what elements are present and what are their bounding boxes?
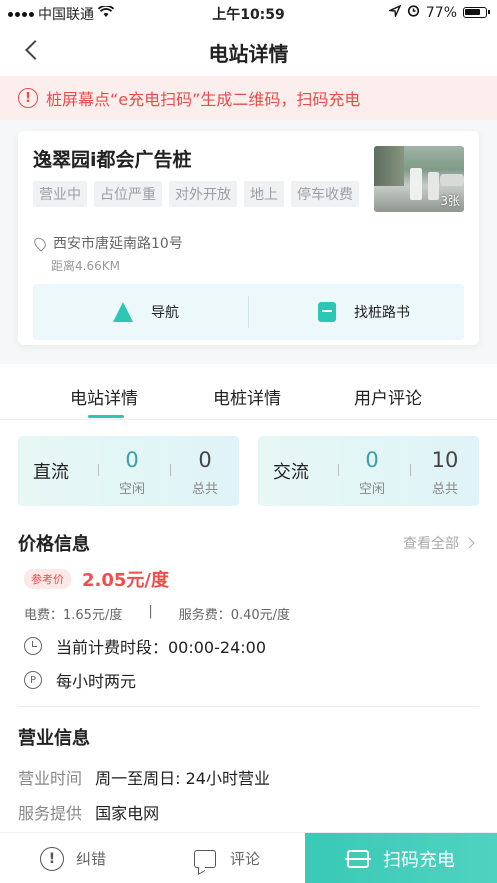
- business-hours-value: 周一至周日: 24小时营业: [95, 769, 270, 788]
- parking-fee-row: P 每小时两元: [24, 668, 136, 692]
- tab-station-detail[interactable]: 电站详情: [70, 384, 138, 409]
- station-tags: 营业中 占位严重 对外开放 地上 停车收费: [33, 181, 359, 207]
- scan-icon: [345, 849, 371, 868]
- station-actions: 导航 找桩路书: [33, 284, 464, 340]
- tag-parking-fee: 停车收费: [291, 181, 359, 207]
- dc-separator: [98, 464, 99, 476]
- dc-stat-card: 直流 0 空闲 0 总共: [18, 436, 239, 506]
- section-divider: [18, 706, 479, 707]
- ac-free-count: 0: [365, 448, 379, 472]
- ac-separator-2: [410, 464, 411, 476]
- battery-percent: 77%: [425, 4, 457, 21]
- battery-icon: [463, 7, 490, 18]
- route-book-label: 找桩路书: [354, 305, 410, 321]
- see-all-prices-link[interactable]: 查看全部: [403, 533, 473, 553]
- route-book-icon: [318, 302, 336, 322]
- ac-free-label: 空闲: [358, 482, 385, 497]
- electricity-fee: 电费：1.65元/度: [24, 608, 123, 623]
- status-right: 77%: [387, 4, 490, 21]
- status-bar: 中国联通 上午10:59 77%: [0, 0, 497, 26]
- dc-separator-2: [170, 464, 171, 476]
- report-icon: !: [40, 846, 64, 871]
- navigate-label: 导航: [151, 305, 179, 321]
- station-card: 逸翠园i都会广告桩 营业中 占位严重 对外开放 地上 停车收费 3张 西安市唐延…: [18, 131, 479, 345]
- photo-count: 3张: [440, 194, 460, 208]
- business-hours-row: 营业时间 周一至周日: 24小时营业: [18, 765, 270, 789]
- billing-period: 当前计费时段：00:00-24:00: [56, 638, 266, 657]
- service-provider-row: 服务提供 国家电网: [18, 800, 159, 824]
- price-value: 2.05元/度: [82, 570, 169, 591]
- service-provider-label: 服务提供: [18, 804, 83, 823]
- location-arrow-icon: [387, 4, 402, 21]
- warning-icon: !: [18, 88, 38, 108]
- station-detail-page: 中国联通 上午10:59 77% 电站详情 ! 桩屏幕点“e充电扫码”生成二维码…: [0, 0, 497, 883]
- route-book-button[interactable]: 找桩路书: [318, 284, 410, 340]
- address-text: 西安市唐延南路10号: [53, 236, 183, 252]
- business-hours-label: 营业时间: [18, 769, 83, 788]
- price-section-title: 价格信息: [18, 534, 90, 555]
- comment-label: 评论: [230, 850, 261, 868]
- tag-open-status: 营业中: [33, 181, 87, 207]
- station-distance: 距离4.66KM: [51, 259, 120, 273]
- navigate-button[interactable]: 导航: [113, 284, 179, 340]
- fee-separator: |: [148, 604, 153, 619]
- station-name: 逸翠园i都会广告桩: [33, 149, 192, 171]
- dc-free-count: 0: [125, 448, 139, 472]
- report-error-button[interactable]: ! 纠错: [40, 833, 106, 883]
- alarm-icon: [407, 4, 420, 21]
- tab-user-reviews[interactable]: 用户评论: [354, 384, 422, 409]
- charging-notice: ! 桩屏幕点“e充电扫码”生成二维码，扫码充电: [0, 76, 497, 120]
- dc-type-label: 直流: [33, 462, 69, 483]
- ac-separator: [338, 464, 339, 476]
- page-title: 电站详情: [208, 42, 289, 66]
- ac-stat-card: 交流 0 空闲 10 总共: [258, 436, 479, 506]
- tag-ground: 地上: [244, 181, 284, 207]
- parking-icon: P: [24, 671, 42, 689]
- business-section-title: 营业信息: [18, 728, 90, 749]
- notice-text: 桩屏幕点“e充电扫码”生成二维码，扫码充电: [46, 90, 361, 109]
- scan-charge-button[interactable]: 扫码充电: [305, 833, 497, 883]
- tab-pile-detail[interactable]: 电桩详情: [213, 384, 281, 409]
- station-address: 西安市唐延南路10号: [31, 233, 183, 253]
- dc-free-label: 空闲: [118, 482, 145, 497]
- clock-icon: [24, 637, 42, 655]
- reference-price-badge: 参考价: [24, 569, 71, 589]
- ac-total-label: 总共: [431, 482, 458, 497]
- navigation-arrow-icon: [113, 302, 133, 322]
- dc-total-label: 总共: [191, 482, 218, 497]
- fee-breakdown: 电费：1.65元/度 | 服务费：0.40元/度: [24, 604, 290, 623]
- report-label: 纠错: [76, 850, 107, 868]
- bottom-action-bar: ! 纠错 评论 扫码充电: [0, 832, 497, 883]
- location-pin-icon: [31, 234, 49, 252]
- nav-bar: 电站详情: [0, 26, 497, 76]
- service-fee: 服务费：0.40元/度: [178, 608, 291, 623]
- tag-public: 对外开放: [169, 181, 237, 207]
- detail-tabs: 电站详情 电桩详情 用户评论: [0, 374, 497, 420]
- station-photo[interactable]: 3张: [374, 146, 464, 212]
- active-tab-indicator: [88, 415, 124, 418]
- billing-period-row: 当前计费时段：00:00-24:00: [24, 634, 266, 658]
- scan-charge-label: 扫码充电: [383, 849, 455, 871]
- service-provider-value: 国家电网: [95, 804, 160, 823]
- action-divider: [248, 296, 249, 328]
- station-card-area: 逸翠园i都会广告桩 营业中 占位严重 对外开放 地上 停车收费 3张 西安市唐延…: [0, 120, 497, 364]
- ac-type-label: 交流: [273, 462, 309, 483]
- comment-button[interactable]: 评论: [194, 833, 260, 883]
- ac-total-count: 10: [431, 448, 459, 472]
- parking-fee: 每小时两元: [56, 672, 137, 691]
- comment-icon: [194, 849, 216, 868]
- dc-total-count: 0: [198, 448, 212, 472]
- tag-occupancy: 占位严重: [94, 181, 162, 207]
